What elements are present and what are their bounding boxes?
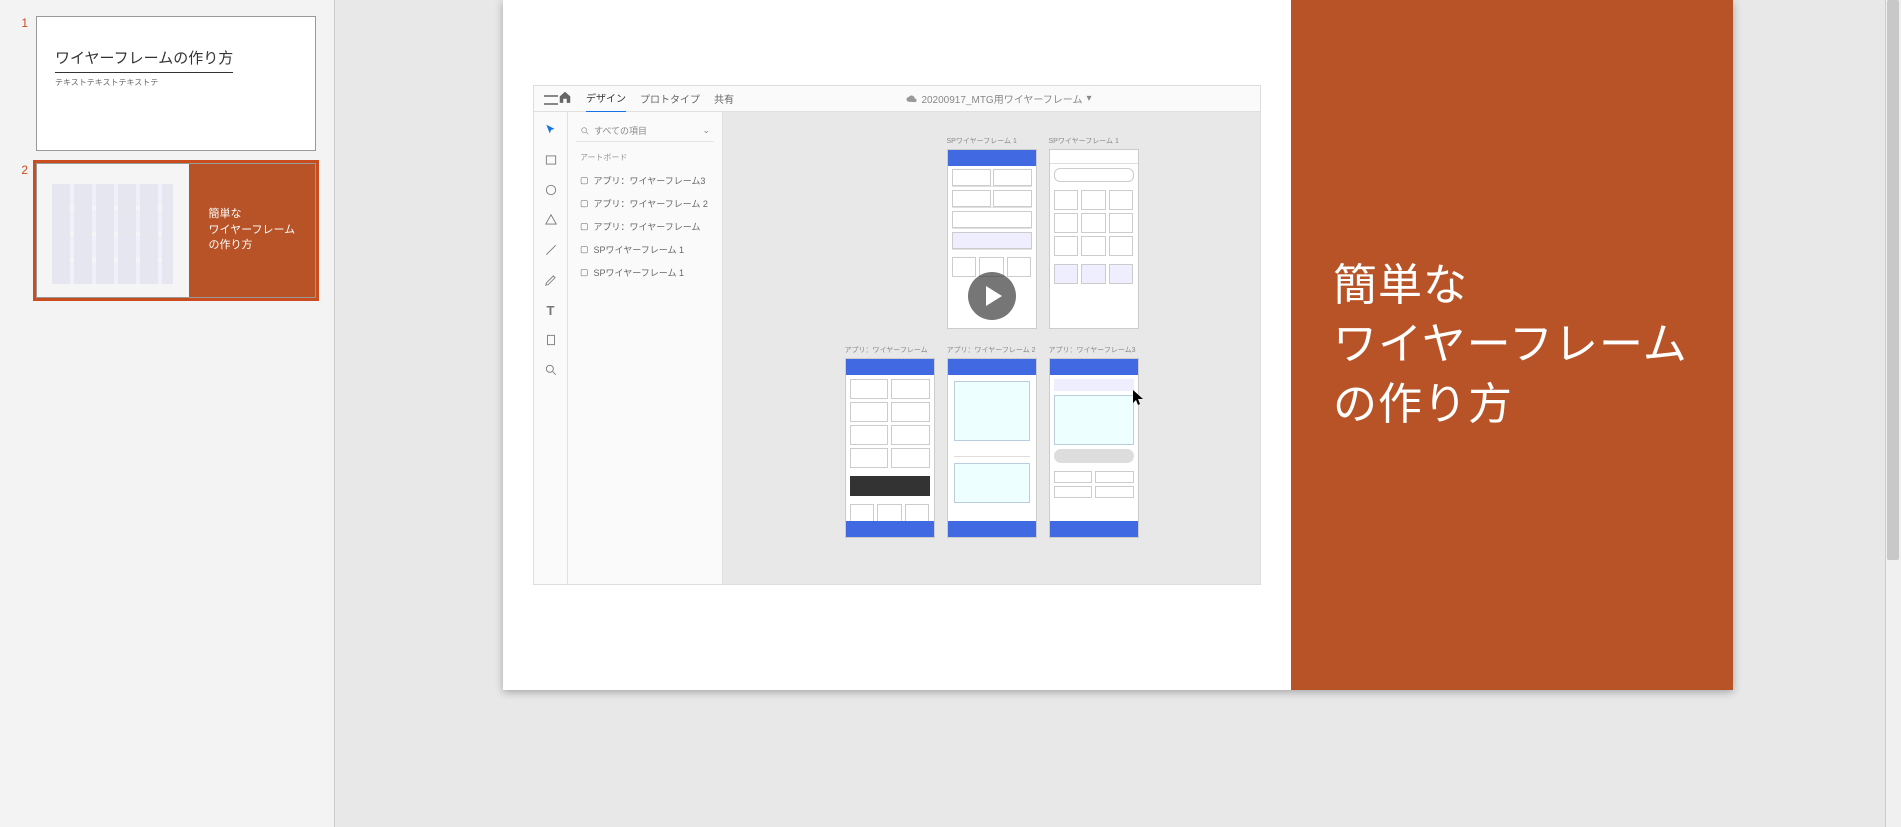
cursor-icon <box>1133 390 1145 406</box>
video-play-button[interactable] <box>968 272 1016 320</box>
layer-label: アプリ：ワイヤーフレーム 2 <box>594 197 708 210</box>
artboard-icon: ▢ <box>580 175 589 186</box>
artboard-label: アプリ：ワイヤーフレーム 2 <box>947 345 1037 355</box>
xd-body: T すべての項目 ⌄ アートボード ▢ アプリ：ワイヤーフレーム3 ▢ アプリ：ワイ… <box>534 112 1260 584</box>
chevron-down-icon: ▾ <box>1087 93 1092 104</box>
xd-section-label: アートボード <box>580 152 714 163</box>
thumb1-title: ワイヤーフレームの作り方 <box>55 47 233 73</box>
thumbnail-slide-1[interactable]: ワイヤーフレームの作り方 テキストテキストテキストテ <box>36 16 316 151</box>
xd-canvas: SPワイヤーフレーム 1 SPワイヤーフレーム 1 アプリ：ワイヤーフレーム <box>723 112 1260 584</box>
layer-item: ▢ アプリ：ワイヤーフレーム 2 <box>576 192 714 215</box>
layer-label: SPワイヤーフレーム 1 <box>594 243 684 256</box>
polygon-tool-icon <box>543 212 559 228</box>
artboard-icon: ▢ <box>580 267 589 278</box>
layer-label: SPワイヤーフレーム 1 <box>594 266 684 279</box>
thumbnail-slide-2-selected[interactable]: 簡単なワイヤーフレームの作り方 <box>36 163 316 298</box>
artboard-icon: ▢ <box>580 221 589 232</box>
layer-item: ▢ アプリ：ワイヤーフレーム <box>576 215 714 238</box>
zoom-tool-icon <box>543 362 559 378</box>
artboard-icon: ▢ <box>580 198 589 209</box>
artboard-icon: ▢ <box>580 244 589 255</box>
play-icon <box>986 286 1002 306</box>
xd-window-image: デザイン プロトタイプ 共有 20200917_MTG用ワイヤーフレーム ▾ <box>533 85 1261 585</box>
layer-label: アプリ：ワイヤーフレーム <box>594 220 701 233</box>
slide-title-text: 簡単な ワイヤーフレーム の作り方 <box>1291 256 1688 434</box>
slide-left-content[interactable]: デザイン プロトタイプ 共有 20200917_MTG用ワイヤーフレーム ▾ <box>503 0 1291 690</box>
vertical-scrollbar[interactable] <box>1885 0 1901 827</box>
title-line-3: の作り方 <box>1333 380 1513 429</box>
thumb2-text: 簡単なワイヤーフレームの作り方 <box>200 207 303 253</box>
xd-layers-panel: すべての項目 ⌄ アートボード ▢ アプリ：ワイヤーフレーム3 ▢ アプリ：ワイヤー… <box>568 112 723 584</box>
tab-design: デザイン <box>586 84 626 113</box>
title-line-1: 簡単な <box>1333 261 1468 310</box>
artboard-label: アプリ：ワイヤーフレーム3 <box>1049 345 1139 355</box>
layer-item: ▢ SPワイヤーフレーム 1 <box>576 261 714 284</box>
home-icon <box>558 90 572 107</box>
xd-topbar: デザイン プロトタイプ 共有 20200917_MTG用ワイヤーフレーム ▾ <box>534 86 1260 112</box>
xd-filename-text: 20200917_MTG用ワイヤーフレーム <box>921 91 1082 106</box>
artboard-app2: アプリ：ワイヤーフレーム 2 <box>947 345 1037 538</box>
thumbnail-number: 2 <box>12 163 28 177</box>
artboard-label: SPワイヤーフレーム 1 <box>947 136 1037 146</box>
slide-editor-area: デザイン プロトタイプ 共有 20200917_MTG用ワイヤーフレーム ▾ <box>335 0 1901 827</box>
ellipse-tool-icon <box>543 182 559 198</box>
thumb2-preview-left <box>37 164 189 297</box>
xd-search-row: すべての項目 ⌄ <box>576 120 714 142</box>
tab-prototype: プロトタイプ <box>640 85 700 112</box>
xd-tool-column: T <box>534 112 568 584</box>
slide-thumbnail-panel: 1 ワイヤーフレームの作り方 テキストテキストテキストテ 2 簡単なワイヤーフレ… <box>0 0 335 827</box>
artboard-label: アプリ：ワイヤーフレーム <box>845 345 935 355</box>
text-tool-icon: T <box>543 302 559 318</box>
pen-tool-icon <box>543 272 559 288</box>
thumbnail-2[interactable]: 2 簡単なワイヤーフレームの作り方 <box>0 157 334 304</box>
thumbnail-1[interactable]: 1 ワイヤーフレームの作り方 テキストテキストテキストテ <box>0 10 334 157</box>
xd-filename: 20200917_MTG用ワイヤーフレーム ▾ <box>906 91 1091 106</box>
artboard-app1: アプリ：ワイヤーフレーム <box>845 345 935 538</box>
xd-search-label: すべての項目 <box>594 124 647 137</box>
thumb2-preview-right: 簡単なワイヤーフレームの作り方 <box>189 164 315 297</box>
rectangle-tool-icon <box>543 152 559 168</box>
slide-title-panel[interactable]: 簡単な ワイヤーフレーム の作り方 <box>1291 0 1733 690</box>
scrollbar-thumb[interactable] <box>1887 0 1899 560</box>
layer-item: ▢ アプリ：ワイヤーフレーム3 <box>576 169 714 192</box>
thumb1-subtitle: テキストテキストテキストテ <box>55 77 297 88</box>
artboard-app3: アプリ：ワイヤーフレーム3 <box>1049 345 1139 538</box>
current-slide[interactable]: デザイン プロトタイプ 共有 20200917_MTG用ワイヤーフレーム ▾ <box>503 0 1733 690</box>
layer-label: アプリ：ワイヤーフレーム3 <box>594 174 706 187</box>
artboard-sp2: SPワイヤーフレーム 1 <box>1049 136 1139 329</box>
tab-share: 共有 <box>714 85 734 112</box>
artboard-label: SPワイヤーフレーム 1 <box>1049 136 1139 146</box>
artboard-tool-icon <box>543 332 559 348</box>
thumbnail-number: 1 <box>12 16 28 30</box>
title-line-2: ワイヤーフレーム <box>1333 320 1688 369</box>
line-tool-icon <box>543 242 559 258</box>
select-tool-icon <box>543 122 559 138</box>
chevron-down-icon: ⌄ <box>702 125 710 136</box>
layer-item: ▢ SPワイヤーフレーム 1 <box>576 238 714 261</box>
